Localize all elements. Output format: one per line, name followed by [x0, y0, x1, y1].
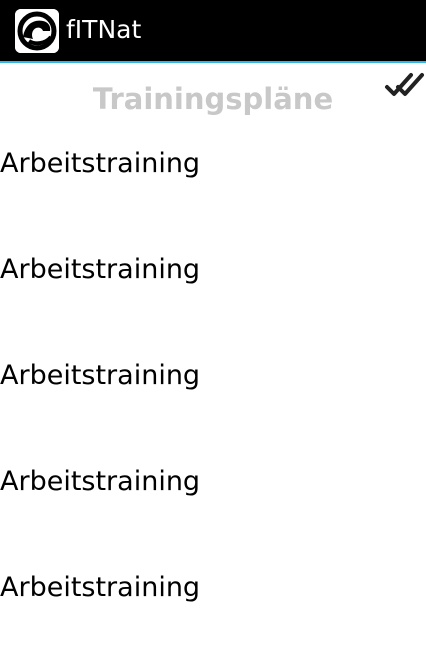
- action-bar: fITNat: [0, 0, 426, 61]
- list-item[interactable]: Arbeitstraining: [0, 244, 426, 350]
- list-item[interactable]: Arbeitstraining: [0, 350, 426, 456]
- list-item[interactable]: Arbeitstraining: [0, 138, 426, 244]
- list-item-label: Arbeitstraining: [0, 572, 201, 603]
- app-title: fITNat: [66, 15, 142, 44]
- list-item[interactable]: Arbeitstraining: [0, 562, 426, 668]
- double-check-icon[interactable]: [384, 70, 426, 100]
- list-item-label: Arbeitstraining: [0, 466, 201, 497]
- list-item-label: Arbeitstraining: [0, 254, 201, 285]
- app-logo-icon[interactable]: [15, 9, 59, 53]
- list-item-label: Arbeitstraining: [0, 360, 201, 391]
- page-title: Trainingspläne: [92, 82, 334, 116]
- action-bar-divider: [0, 61, 426, 63]
- training-plan-list: Arbeitstraining Arbeitstraining Arbeitst…: [0, 138, 426, 668]
- list-item[interactable]: Arbeitstraining: [0, 456, 426, 562]
- list-item-label: Arbeitstraining: [0, 148, 201, 179]
